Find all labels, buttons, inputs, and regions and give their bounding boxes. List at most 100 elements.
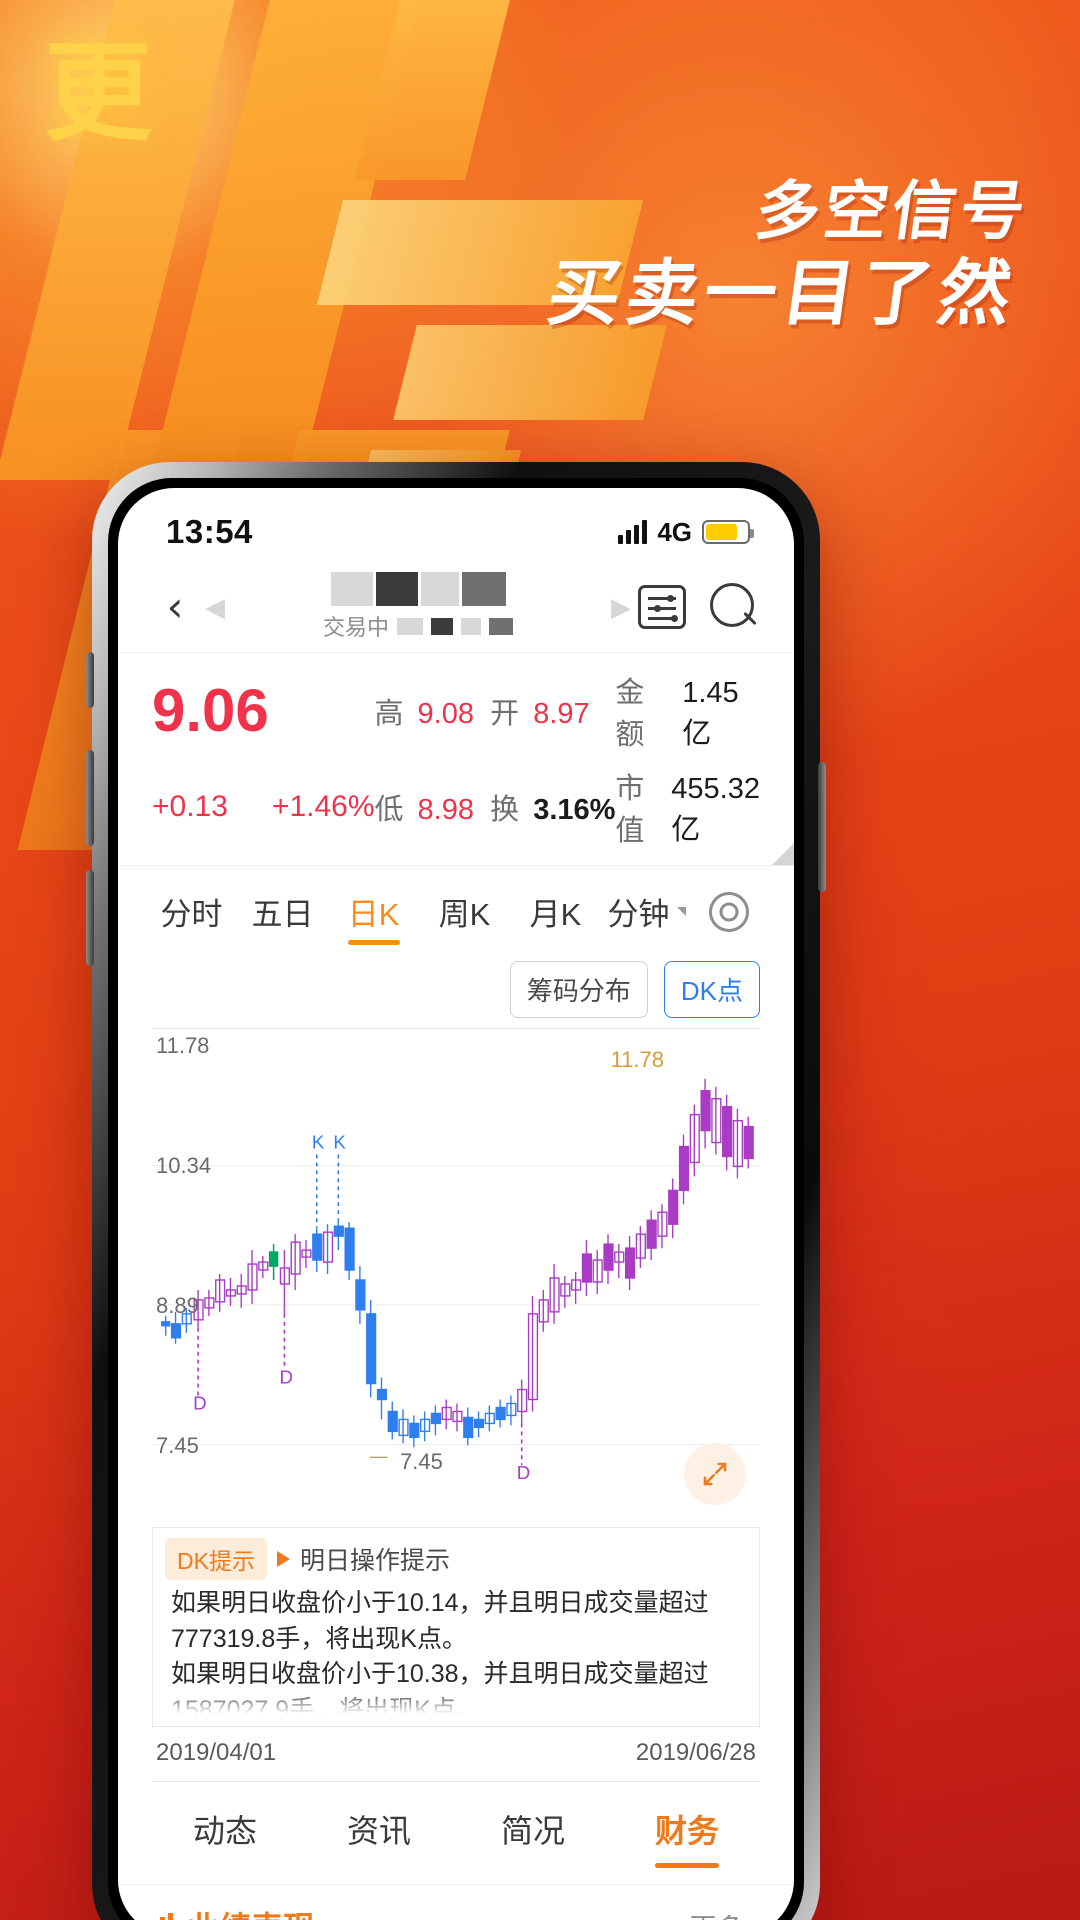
status-bar: 13:54 4G [118, 488, 794, 562]
section-more-button[interactable]: 更多 › [689, 1907, 760, 1920]
search-icon[interactable] [708, 581, 760, 633]
candlestick-chart[interactable]: K K D D D 11.78 10.34 8.89 7.45 11.78 7.… [152, 1028, 760, 1528]
quote-turnover: 换 3.16% [490, 786, 615, 828]
price-change-percent: +1.46% [271, 790, 375, 823]
quote-amount-label: 金额 [615, 677, 645, 751]
network-type-label: 4G [657, 516, 692, 547]
gear-icon [709, 891, 749, 932]
performance-section-header: 业绩表现 更多 › [118, 1884, 794, 1920]
next-stock-button[interactable]: ▶ [604, 592, 638, 623]
quote-turnover-value: 3.16% [533, 794, 616, 826]
expand-arrows-icon[interactable] [684, 1443, 746, 1505]
svg-text:D: D [279, 1366, 292, 1387]
chart-end-date: 2019/06/28 [635, 1739, 756, 1766]
chart-overlay-chips: 筹码分布 DK点 [118, 957, 794, 1028]
dk-tip-header: DK提示 明日操作提示 [165, 1538, 747, 1580]
section-more-label: 更多 [689, 1914, 743, 1920]
phone-button-power [818, 762, 826, 892]
current-price: 9.06 [152, 677, 269, 744]
tab-label: 五日 [251, 897, 314, 932]
tab-label: 日K [347, 897, 400, 932]
prev-stock-button[interactable]: ◀ [198, 592, 232, 623]
expand-quote-corner[interactable] [772, 843, 794, 865]
chart-settings-button[interactable] [692, 891, 766, 932]
chip-dk-point[interactable]: DK点 [663, 961, 760, 1018]
phone-button-mute [86, 652, 94, 708]
sliders-icon[interactable] [638, 585, 686, 629]
quote-high: 高 9.08 [375, 690, 491, 732]
tab-label: 分钟 [607, 897, 670, 932]
chart-date-range: 2019/04/01 2019/06/28 [152, 1727, 760, 1782]
svg-text:K: K [333, 1131, 346, 1152]
svg-text:D: D [517, 1462, 530, 1483]
quote-amount-value: 1.45亿 [682, 677, 739, 750]
quote-open-label: 开 [490, 698, 520, 730]
tab-label: 周K [438, 897, 491, 932]
svg-text:D: D [193, 1392, 206, 1413]
trading-status-label: 交易中 [322, 615, 389, 640]
tab-caiwu[interactable]: 财务 [610, 1806, 764, 1852]
tab-wuri[interactable]: 五日 [237, 866, 328, 957]
promo-headline-line-1: 多空信号 [750, 175, 1034, 249]
quote-turnover-label: 换 [490, 794, 520, 826]
tab-daily-k[interactable]: 日K [328, 866, 419, 957]
phone-screen: 13:54 4G ‹ ◀ 交易中 ▶ 9.06 高 9.08 开 8.97 金额… [118, 488, 794, 1920]
tab-weekly-k[interactable]: 周K [419, 866, 510, 957]
chevron-right-icon: › [751, 1914, 760, 1920]
tab-minute[interactable]: 分钟 [601, 866, 692, 957]
nav-action-icons [638, 581, 760, 633]
dk-tip-body: 如果明日收盘价小于10.14，并且明日成交量超过777319.8手，将出现K点。… [171, 1589, 709, 1714]
stock-status-row: 交易中 [323, 610, 513, 642]
y-axis-tick-0: 11.78 [156, 1033, 210, 1058]
tab-monthly-k[interactable]: 月K [510, 866, 601, 957]
quote-high-value: 9.08 [417, 698, 474, 730]
quote-market-cap: 市值 455.32亿 [615, 765, 760, 849]
quote-low-value: 8.98 [417, 794, 474, 826]
quote-low: 低 8.98 [375, 786, 491, 828]
quote-open: 开 8.97 [490, 690, 615, 732]
y-axis-tick-1: 10.34 [156, 1153, 212, 1178]
phone-bezel: 13:54 4G ‹ ◀ 交易中 ▶ 9.06 高 9.08 开 8.97 金额… [108, 478, 804, 1920]
y-axis-tick-3: 7.45 [156, 1433, 199, 1458]
price-change: +0.13 [152, 790, 228, 823]
chart-high-annotation: 11.78 [610, 1047, 664, 1072]
tab-zixun[interactable]: 资讯 [302, 1806, 456, 1852]
bar-chart-icon [152, 1913, 173, 1920]
decor-stripe [393, 325, 667, 420]
dk-badge: DK提示 [165, 1538, 267, 1580]
signal-bars-icon [618, 520, 648, 544]
chip-chip-distribution[interactable]: 筹码分布 [509, 961, 648, 1018]
back-button[interactable]: ‹ [152, 584, 198, 630]
content-tabs: 动态 资讯 简况 财务 [118, 1782, 794, 1870]
tab-label: 月K [529, 897, 582, 932]
chart-canvas: K K D D D [152, 1078, 760, 1483]
quote-open-value: 8.97 [533, 698, 590, 730]
quote-market-cap-label: 市值 [615, 773, 645, 847]
phone-button-volume-down [86, 870, 94, 966]
svg-text:K: K [312, 1131, 325, 1152]
dk-tip-panel[interactable]: DK提示 明日操作提示 如果明日收盘价小于10.14，并且明日成交量超过7773… [152, 1528, 760, 1727]
dk-tip-title: 明日操作提示 [299, 1547, 450, 1575]
tab-dongtai[interactable]: 动态 [148, 1806, 302, 1852]
phone-button-volume-up [86, 750, 94, 846]
section-title: 业绩表现 [187, 1903, 315, 1920]
quote-low-label: 低 [374, 794, 404, 826]
chart-low-annotation: 7.45 [400, 1449, 443, 1474]
quote-panel: 9.06 高 9.08 开 8.97 金额 1.45亿 +0.13 +1.46%… [118, 652, 794, 865]
promo-headline: 多空信号 买卖一目了然 [543, 175, 1034, 335]
tab-label: 分时 [160, 897, 223, 932]
battery-icon [702, 520, 754, 544]
tab-jiankuang[interactable]: 简况 [456, 1806, 610, 1852]
app-nav-bar: ‹ ◀ 交易中 ▶ [118, 562, 794, 652]
stock-name-redacted [330, 572, 506, 606]
phone-mockup: 13:54 4G ‹ ◀ 交易中 ▶ 9.06 高 9.08 开 8.97 金额… [86, 462, 826, 1920]
tab-fenshi[interactable]: 分时 [146, 866, 237, 957]
promo-accent-char: 更 [44, 31, 155, 156]
stock-title[interactable]: 交易中 [232, 572, 604, 642]
chevron-down-icon [676, 907, 686, 916]
status-time: 13:54 [166, 513, 253, 550]
quote-amount: 金额 1.45亿 [615, 669, 760, 753]
play-triangle-icon [276, 1551, 290, 1567]
chart-start-date: 2019/04/01 [156, 1739, 277, 1766]
chart-period-tabs: 分时 五日 日K 周K 月K 分钟 [118, 865, 794, 957]
